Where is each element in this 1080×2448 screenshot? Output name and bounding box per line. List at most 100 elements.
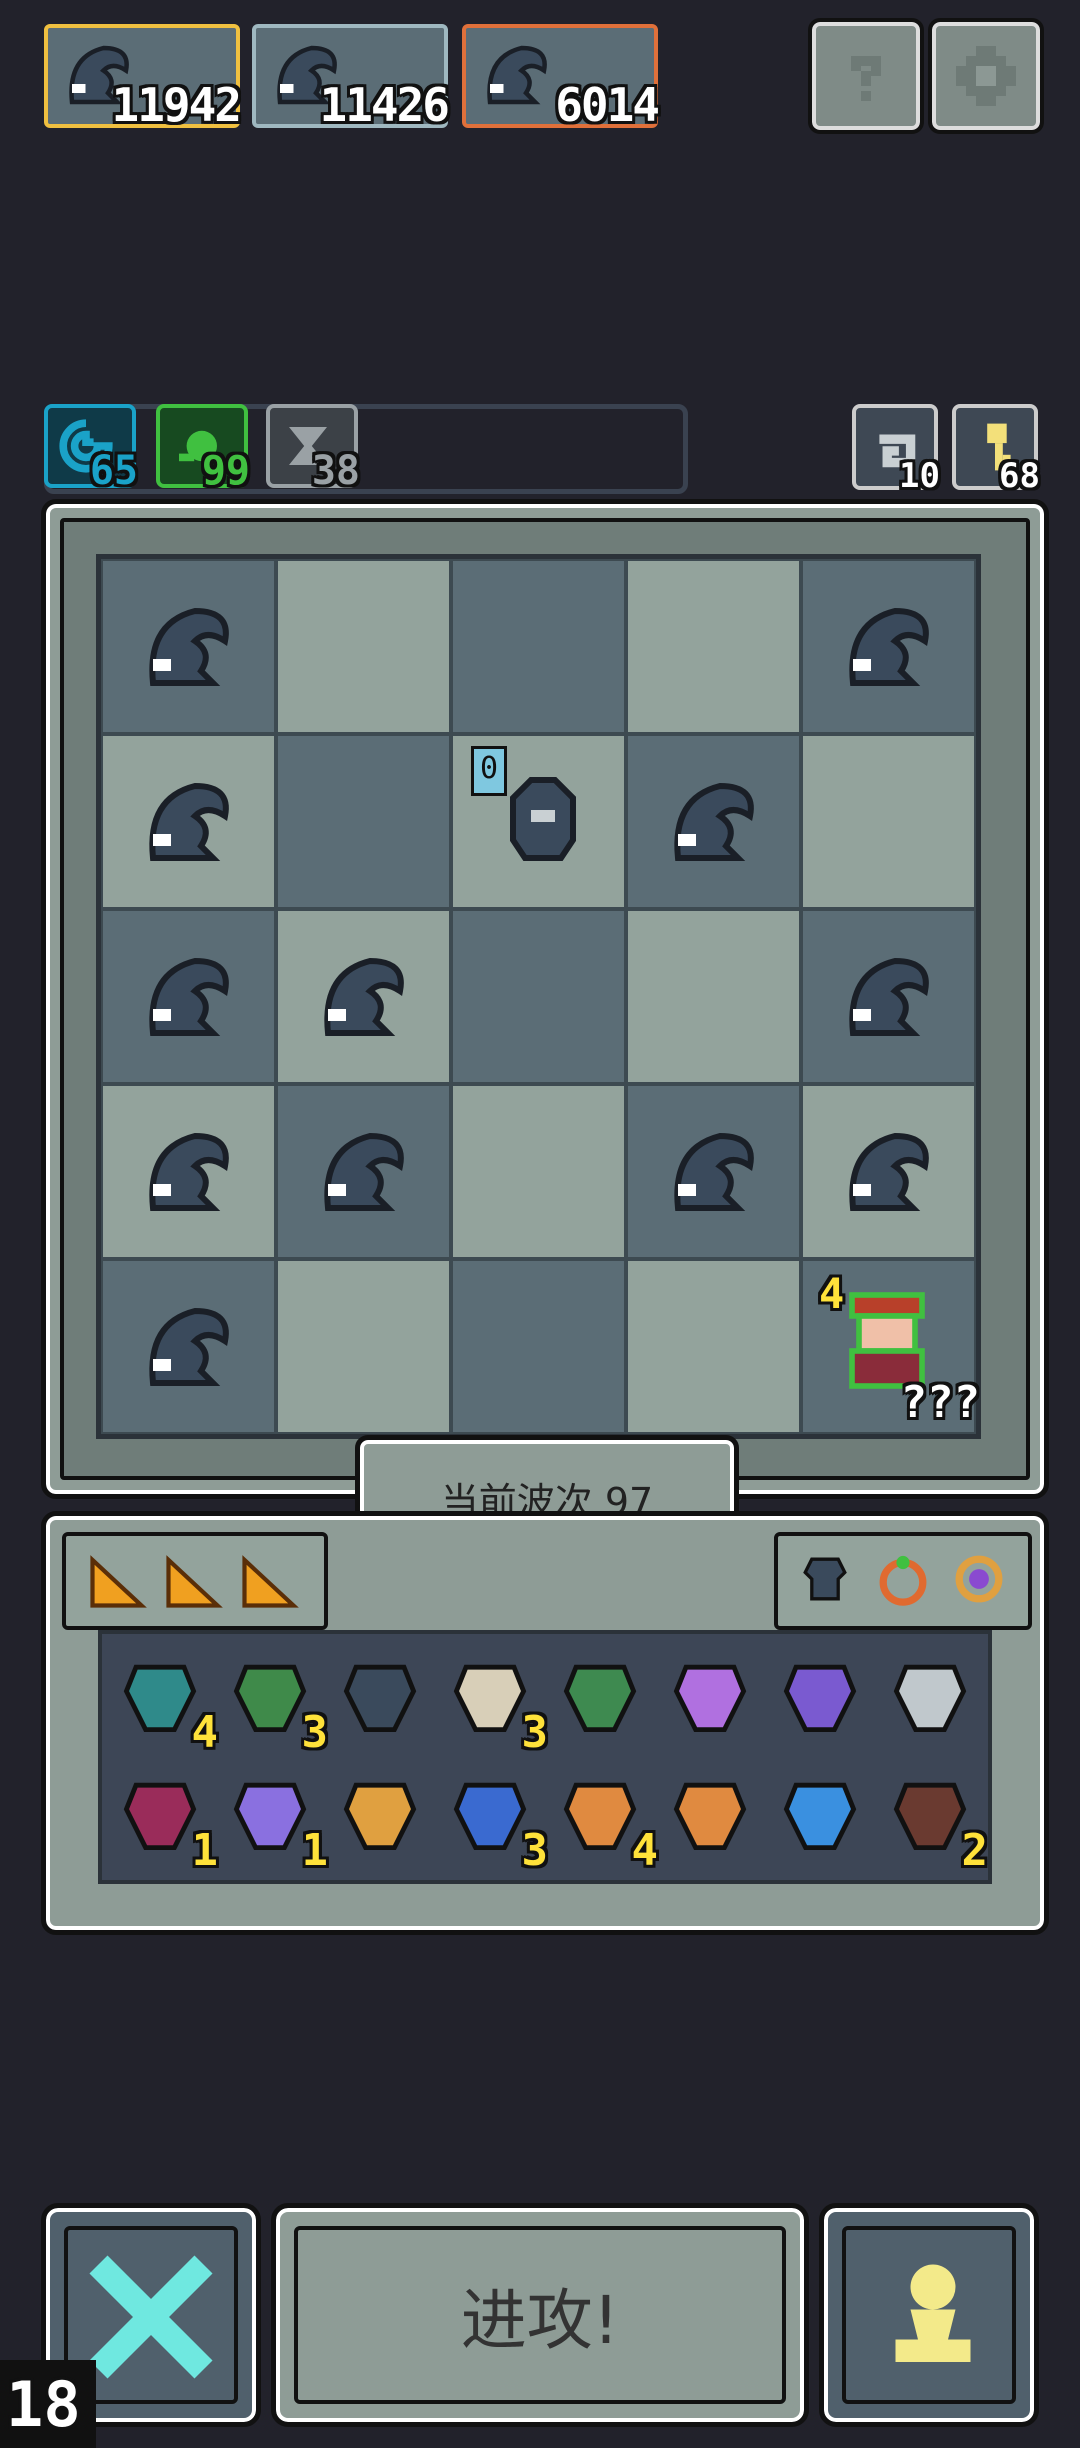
board-cell[interactable] — [801, 559, 976, 734]
arrow-icon — [552, 1664, 648, 1748]
board-cell[interactable] — [801, 909, 976, 1084]
board-cell[interactable] — [626, 909, 801, 1084]
item-quantity: 2 — [961, 1825, 989, 1876]
hero-label: ??? — [900, 1377, 980, 1428]
item-quantity: 1 — [301, 1825, 329, 1876]
attack-button[interactable]: 进攻! — [271, 2203, 809, 2427]
board-cell[interactable] — [276, 1084, 451, 1259]
settings-button[interactable] — [928, 18, 1044, 134]
hero-level: 4 — [819, 1269, 845, 1318]
pickaxe-icon — [662, 1782, 758, 1866]
board-grid: 0 4??? — [96, 554, 981, 1439]
counter-key[interactable]: 68 — [952, 404, 1040, 496]
hourglass-item-item[interactable]: 3 — [442, 1766, 548, 1876]
x-icon — [89, 2255, 213, 2379]
counter-value: 68 — [999, 456, 1040, 496]
monster-count: 11942 — [111, 78, 242, 132]
amulet-icon[interactable] — [946, 1546, 1012, 1612]
water-drop-icon — [772, 1782, 868, 1866]
question-icon — [851, 56, 881, 101]
monster-icon — [487, 45, 547, 105]
monster-count: 6014 — [555, 78, 660, 132]
inventory-grid: 4 3 3 1 1 3 4 2 — [98, 1630, 992, 1884]
goblin-item[interactable]: 3 — [222, 1648, 328, 1758]
item-quantity: 4 — [191, 1707, 219, 1758]
game-board: 0 4??? — [41, 499, 1049, 1499]
attack-label: 进攻! — [460, 2282, 620, 2359]
board-cell[interactable] — [801, 1084, 976, 1259]
equipment-tray — [774, 1532, 1032, 1630]
boss-level: 0 — [471, 746, 507, 796]
item-quantity: 1 — [191, 1825, 219, 1876]
inventory-panel: 4 3 3 1 1 3 4 2 — [41, 1511, 1049, 1935]
potion-jar-item[interactable]: 1 — [222, 1766, 328, 1876]
stat-hourglass: 38 — [266, 404, 360, 494]
board-cell[interactable] — [101, 909, 276, 1084]
board-cell[interactable] — [276, 559, 451, 734]
board-cell[interactable] — [801, 734, 976, 909]
board-cell[interactable] — [451, 1084, 626, 1259]
pawn-icon — [895, 2264, 971, 2362]
board-cell[interactable] — [101, 1084, 276, 1259]
cheese-icon — [166, 1555, 223, 1608]
board-cell[interactable] — [276, 1259, 451, 1434]
monster-count-card-2: 11426 — [252, 24, 450, 132]
board-cell[interactable] — [626, 1084, 801, 1259]
pickaxe-item[interactable] — [662, 1766, 762, 1866]
corner-number-box: 18 — [0, 2360, 96, 2448]
shield-item[interactable] — [332, 1648, 432, 1748]
scroll-item[interactable]: 3 — [442, 1648, 548, 1758]
staff-icon — [662, 1664, 758, 1748]
board-cell[interactable]: 0 — [451, 734, 626, 909]
board-cell[interactable] — [451, 1259, 626, 1434]
board-cell[interactable] — [276, 734, 451, 909]
water-drop-item[interactable] — [772, 1766, 872, 1866]
stat-value: 99 — [201, 448, 250, 494]
board-cell[interactable] — [626, 559, 801, 734]
item-quantity: 3 — [301, 1707, 329, 1758]
board-cell[interactable] — [276, 909, 451, 1084]
crown-item[interactable] — [332, 1766, 432, 1866]
stats-bar — [44, 404, 688, 494]
sword-icon — [882, 1664, 978, 1748]
board-cell[interactable]: 4??? — [801, 1259, 980, 1434]
board-cell[interactable] — [626, 734, 801, 909]
stat-value: 65 — [89, 448, 138, 494]
stat-value: 38 — [311, 448, 360, 494]
board-cell[interactable] — [101, 1259, 276, 1434]
counter-value: 10 — [899, 456, 940, 496]
board-cell[interactable] — [101, 559, 276, 734]
ring-icon[interactable] — [870, 1546, 936, 1612]
monster-count: 11426 — [319, 78, 450, 132]
heart-gem-item[interactable]: 4 — [112, 1648, 218, 1758]
counter-refresh[interactable]: 10 — [852, 404, 940, 496]
corner-number: 18 — [6, 2368, 81, 2441]
board-cell[interactable] — [626, 1259, 801, 1434]
monster-count-card-3: 6014 — [462, 24, 660, 132]
board-cell[interactable] — [451, 559, 626, 734]
crown-icon — [332, 1782, 428, 1866]
cheese-icon — [242, 1555, 299, 1608]
gear-icon — [956, 46, 1016, 106]
help-button[interactable] — [808, 18, 924, 134]
sword-item[interactable] — [882, 1648, 982, 1748]
board-cell[interactable] — [101, 734, 276, 909]
demon-orb-item[interactable]: 1 — [112, 1766, 218, 1876]
staff-item[interactable] — [662, 1648, 762, 1748]
monster-count-card-1: 11942 — [44, 24, 242, 132]
horn-item[interactable]: 4 — [552, 1766, 658, 1876]
board-cell[interactable] — [451, 909, 626, 1084]
hero-button[interactable] — [819, 2203, 1039, 2427]
item-quantity: 3 — [521, 1707, 549, 1758]
armor-icon[interactable] — [792, 1546, 858, 1612]
cheese-tray — [62, 1532, 328, 1630]
shield-icon — [332, 1664, 428, 1748]
arrow-item[interactable] — [552, 1648, 652, 1748]
cheese-icon — [90, 1555, 147, 1608]
boot-item[interactable]: 2 — [882, 1766, 988, 1876]
bat-item[interactable] — [772, 1648, 872, 1748]
stat-bug: 99 — [156, 404, 250, 494]
bat-icon — [772, 1664, 868, 1748]
item-quantity: 4 — [631, 1825, 659, 1876]
item-quantity: 3 — [521, 1825, 549, 1876]
